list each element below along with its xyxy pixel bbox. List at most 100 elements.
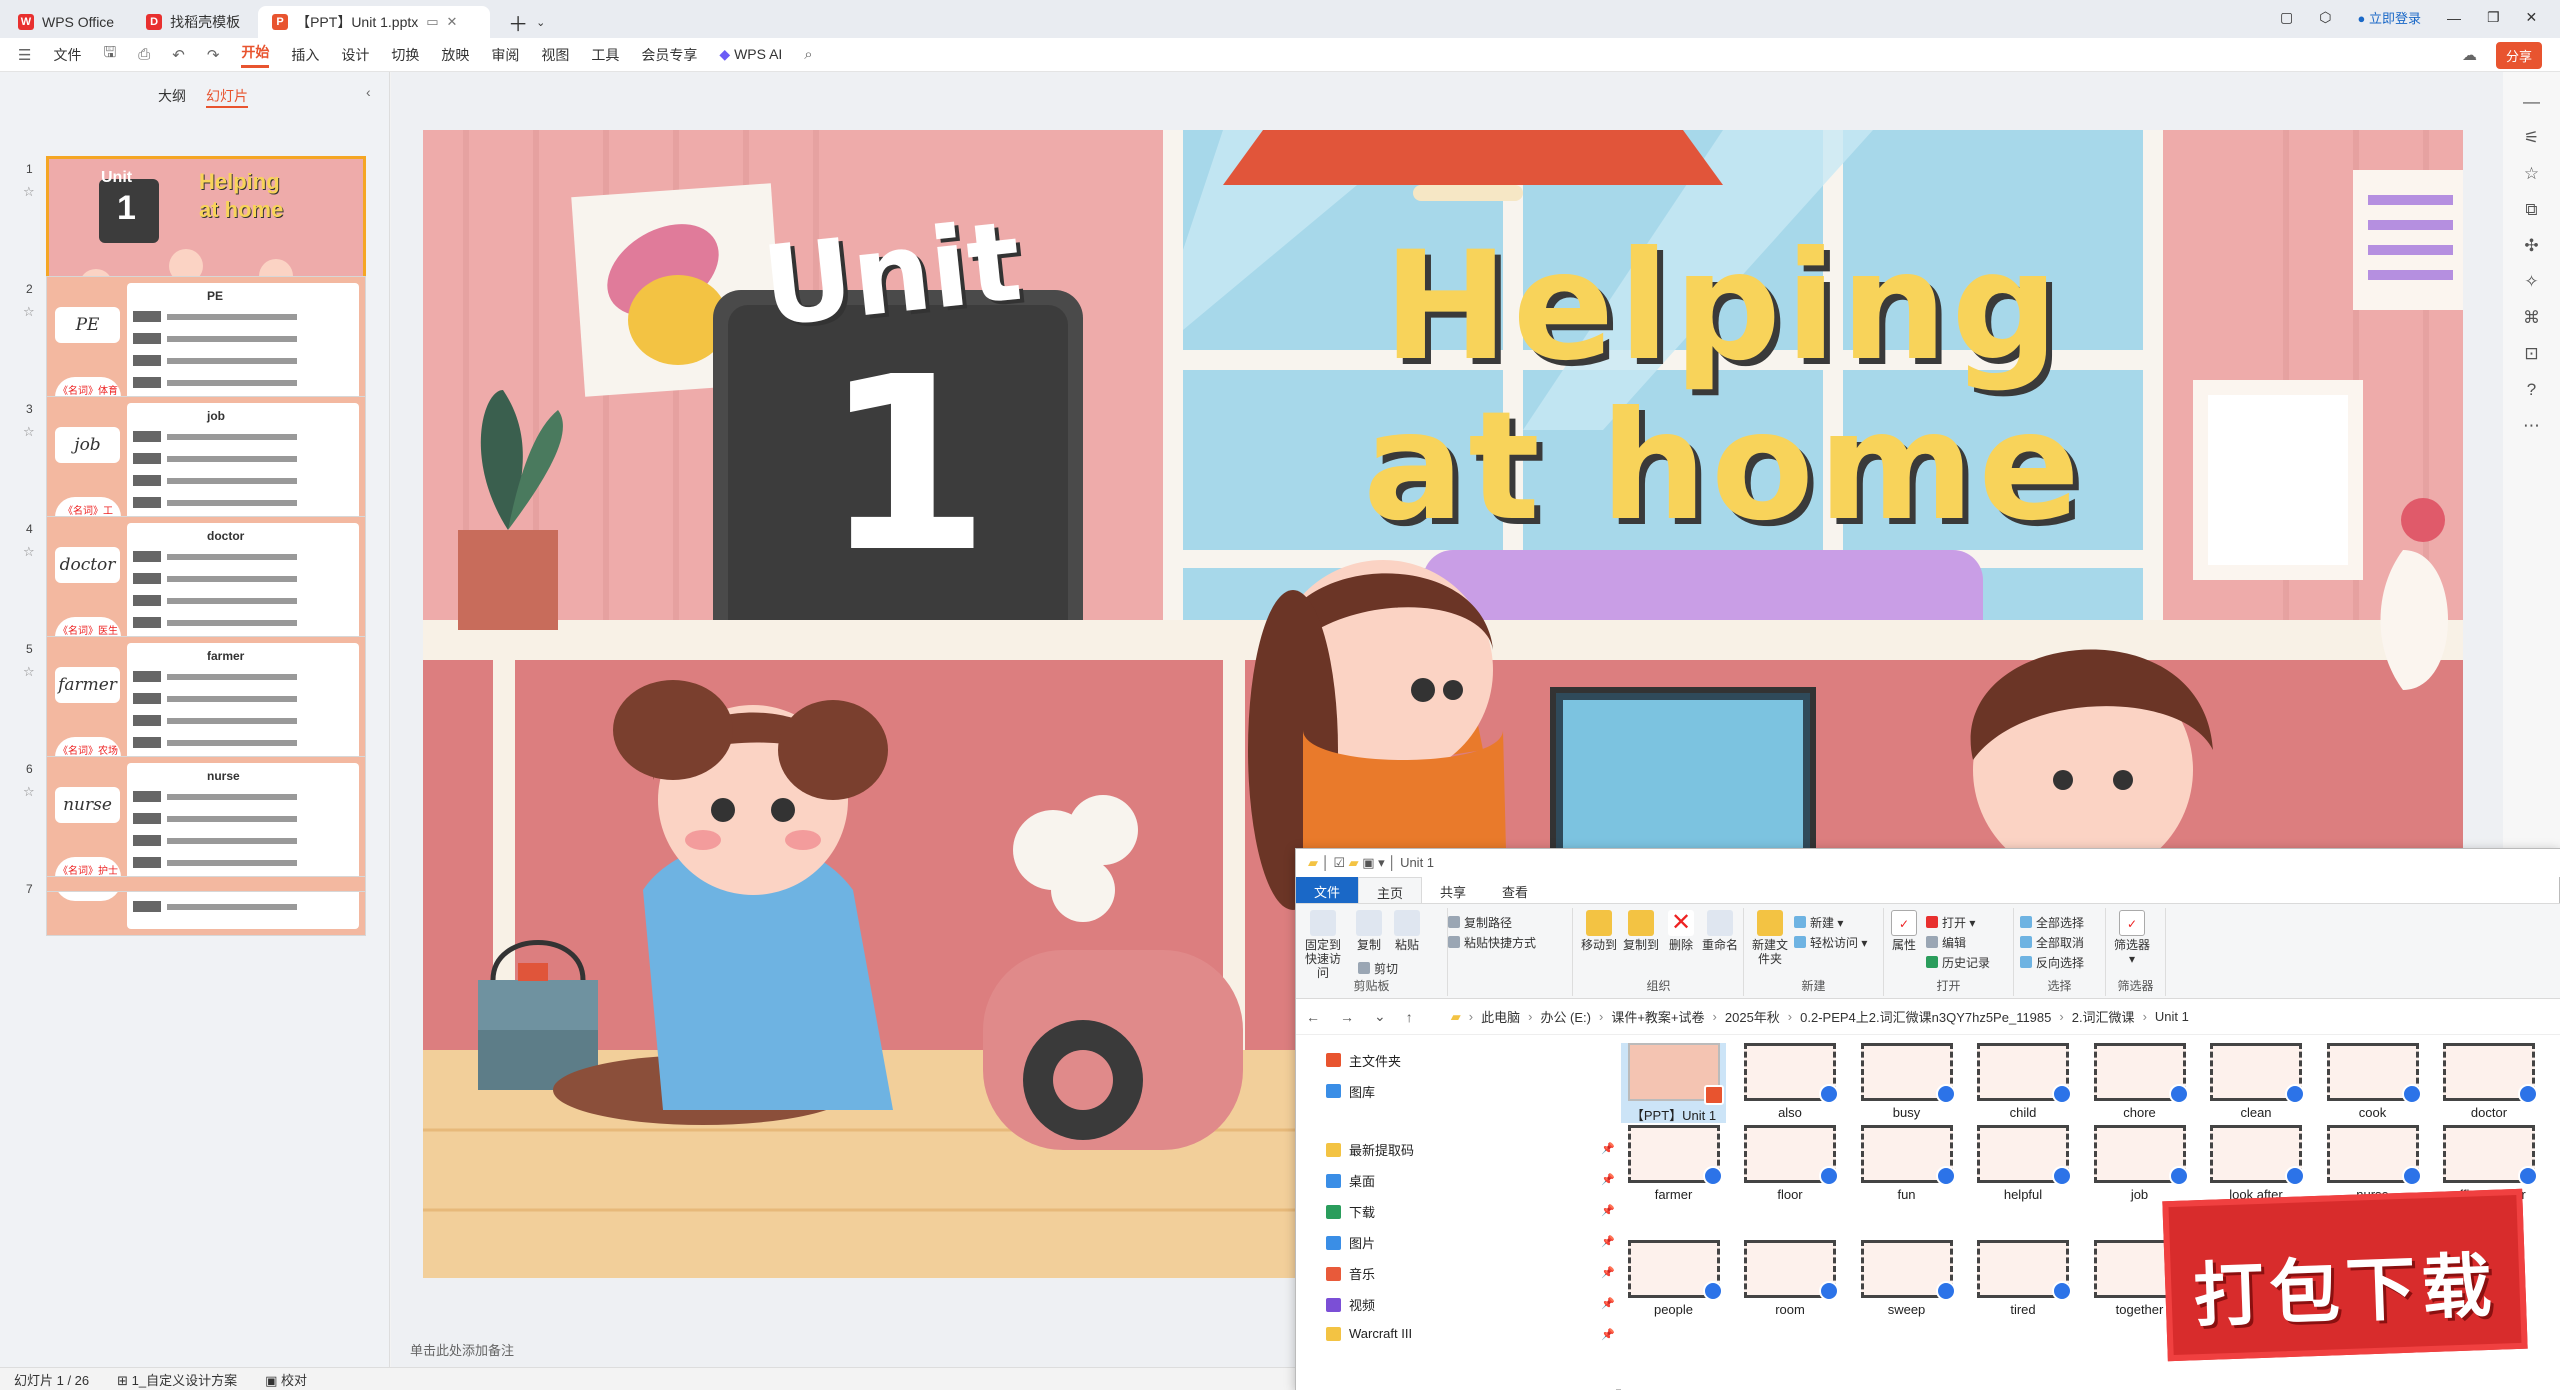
window-close-icon[interactable]: ✕: [2526, 9, 2538, 26]
new-item-button[interactable]: 新建 ▾: [1794, 914, 1843, 931]
video-file-item[interactable]: doctor: [2437, 1043, 2542, 1123]
design-icon[interactable]: ⌘: [2523, 308, 2540, 328]
video-file-item[interactable]: also: [1738, 1043, 1843, 1123]
easy-access-button[interactable]: 轻松访问 ▾: [1794, 934, 1867, 951]
history-button[interactable]: 历史记录: [1926, 954, 1990, 971]
nav-item[interactable]: 最新提取码: [1326, 1140, 1414, 1159]
breadcrumb-separator-icon[interactable]: ›: [1713, 1009, 1717, 1024]
select-none-button[interactable]: 全部取消: [2020, 934, 2084, 951]
breadcrumb-item[interactable]: 办公 (E:): [1540, 1007, 1591, 1026]
tab-insert[interactable]: 插入: [291, 45, 319, 65]
share-button[interactable]: 分享: [2496, 42, 2543, 69]
restore-icon[interactable]: ❐: [2487, 9, 2500, 26]
tab-view[interactable]: 查看: [1484, 877, 1546, 903]
more-icon[interactable]: ⋯: [2523, 416, 2540, 436]
video-file-item[interactable]: job: [2087, 1125, 2192, 1205]
breadcrumb-item[interactable]: Unit 1: [2155, 1009, 2189, 1024]
properties-button[interactable]: ✓ 属性: [1888, 910, 1920, 952]
breadcrumb[interactable]: ▰ › 此电脑 › 办公 (E:) › 课件+教案+试卷 › 2025年秋 › 0.2-PEP4上2…: [1443, 1005, 2189, 1029]
tab-home[interactable]: 主页: [1358, 877, 1423, 903]
bookmark-icon[interactable]: ⊡: [2524, 344, 2538, 364]
slide-thumbnail[interactable]: [46, 876, 366, 892]
search-icon[interactable]: ⌕: [804, 46, 812, 63]
nav-item[interactable]: Warcraft III: [1326, 1326, 1412, 1341]
slide-star-icon[interactable]: ☆: [23, 664, 35, 680]
slide-star-icon[interactable]: ☆: [23, 784, 35, 800]
video-file-item[interactable]: room: [1738, 1240, 1843, 1320]
box-icon[interactable]: ⬡: [2319, 9, 2331, 26]
close-icon[interactable]: ✕: [447, 14, 458, 30]
nav-item[interactable]: 下载: [1326, 1202, 1375, 1221]
tab-share[interactable]: 共享: [1422, 877, 1484, 903]
back-icon[interactable]: ←: [1296, 1009, 1330, 1025]
login-button[interactable]: ● 立即登录: [2357, 8, 2420, 27]
pin-icon[interactable]: 📌: [1601, 1173, 1615, 1186]
nav-item[interactable]: 视频: [1326, 1295, 1375, 1314]
video-file-item[interactable]: helpful: [1971, 1125, 2076, 1205]
proofread-button[interactable]: ▣ 校对: [265, 1370, 307, 1389]
new-tab-button[interactable]: ＋ ⌄: [494, 6, 559, 38]
nav-item[interactable]: 音乐: [1326, 1264, 1375, 1283]
video-file-item[interactable]: fun: [1854, 1125, 1959, 1205]
slide-star-icon[interactable]: ☆: [23, 544, 35, 560]
monitor-icon[interactable]: ▭: [426, 14, 438, 30]
help-icon[interactable]: ?: [2527, 380, 2536, 400]
minus-icon[interactable]: —: [2523, 92, 2540, 112]
nav-item[interactable]: 桌面: [1326, 1171, 1375, 1190]
video-file-item[interactable]: clean: [2204, 1043, 2309, 1123]
tab-transition[interactable]: 切换: [391, 45, 419, 65]
tab-ppt-file[interactable]: P 【PPT】Unit 1.pptx ▭ ✕: [258, 6, 491, 38]
pin-icon[interactable]: 📌: [1601, 1266, 1615, 1279]
slide-star-icon[interactable]: ☆: [23, 184, 35, 200]
breadcrumb-separator-icon[interactable]: ›: [1528, 1009, 1532, 1024]
breadcrumb-item[interactable]: 此电脑: [1481, 1007, 1520, 1026]
video-file-item[interactable]: people: [1621, 1240, 1726, 1320]
select-all-button[interactable]: 全部选择: [2020, 914, 2084, 931]
properties-icon[interactable]: ⚟: [2524, 128, 2539, 148]
breadcrumb-separator-icon[interactable]: ›: [1469, 1009, 1473, 1024]
breadcrumb-separator-icon[interactable]: ›: [1599, 1009, 1603, 1024]
theme-name[interactable]: ⊞ 1_自定义设计方案: [117, 1370, 237, 1389]
tab-tools[interactable]: 工具: [591, 45, 619, 65]
video-file-item[interactable]: busy: [1854, 1043, 1959, 1123]
undo-icon[interactable]: ↶: [172, 46, 185, 64]
notes-placeholder[interactable]: 单击此处添加备注: [410, 1340, 514, 1359]
breadcrumb-separator-icon[interactable]: ›: [2059, 1009, 2063, 1024]
tab-view[interactable]: 视图: [541, 45, 569, 65]
video-file-item[interactable]: child: [1971, 1043, 2076, 1123]
copy-button[interactable]: 复制: [1352, 910, 1386, 952]
video-file-item[interactable]: farmer: [1621, 1125, 1726, 1205]
pin-quick-access-button[interactable]: 固定到快速访问: [1300, 910, 1346, 980]
video-file-item[interactable]: sweep: [1854, 1240, 1959, 1320]
ppt-file-item[interactable]: 【PPT】Unit 1: [1621, 1043, 1726, 1123]
copy-path-button[interactable]: 复制路径: [1448, 914, 1512, 931]
tab-slideshow[interactable]: 放映: [441, 45, 469, 65]
tab-wps-office[interactable]: W WPS Office: [4, 6, 128, 38]
recent-dropdown-icon[interactable]: ⌄: [1364, 1008, 1396, 1025]
redo-icon[interactable]: ↷: [207, 46, 220, 64]
video-file-item[interactable]: tired: [1971, 1240, 2076, 1320]
breadcrumb-item[interactable]: 课件+教案+试卷: [1611, 1007, 1704, 1026]
paste-button[interactable]: 粘贴: [1390, 910, 1424, 952]
paste-shortcut-button[interactable]: 粘贴快捷方式: [1448, 934, 1536, 951]
window-icon[interactable]: ▢: [2280, 9, 2293, 26]
move-to-button[interactable]: 移动到: [1580, 910, 1618, 952]
cloud-icon[interactable]: ☁: [2462, 46, 2477, 64]
video-file-item[interactable]: look after: [2204, 1125, 2309, 1205]
open-button[interactable]: 打开 ▾: [1926, 914, 1975, 931]
video-file-item[interactable]: chore: [2087, 1043, 2192, 1123]
pin-icon[interactable]: 📌: [1601, 1328, 1615, 1341]
pin-icon[interactable]: 📌: [1601, 1204, 1615, 1217]
print-icon[interactable]: ⎙: [138, 46, 150, 63]
tab-review[interactable]: 审阅: [491, 45, 519, 65]
tab-design[interactable]: 设计: [341, 45, 369, 65]
breadcrumb-item[interactable]: 2025年秋: [1725, 1007, 1780, 1026]
filter-button[interactable]: ✓ 筛选器 ▾: [2112, 910, 2152, 966]
star-icon[interactable]: ☆: [2524, 164, 2539, 184]
copy-icon[interactable]: ⧉: [2525, 200, 2537, 220]
breadcrumb-item[interactable]: 2.词汇微课: [2072, 1007, 2135, 1026]
tab-outline[interactable]: 大纲: [158, 86, 186, 108]
cut-button[interactable]: 剪切: [1358, 960, 1398, 977]
pin-icon[interactable]: 📌: [1601, 1297, 1615, 1310]
copy-to-button[interactable]: 复制到: [1622, 910, 1660, 952]
